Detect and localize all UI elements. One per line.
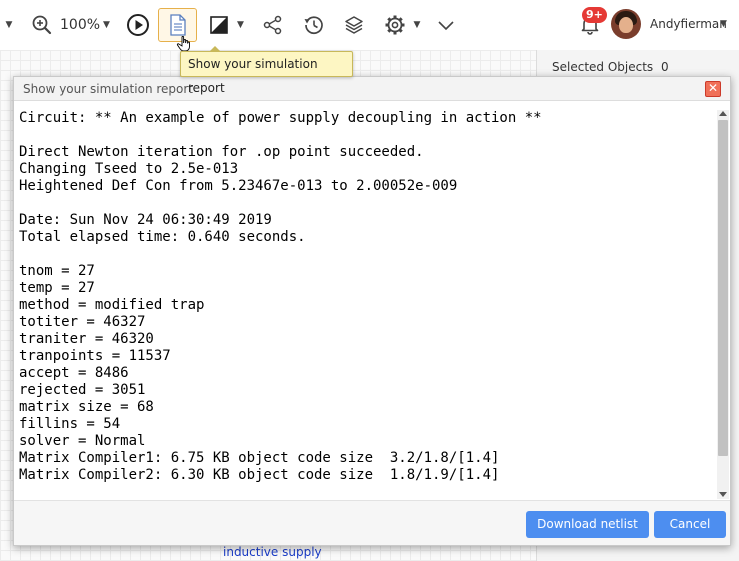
selected-objects-label: Selected Objects <box>552 60 654 74</box>
dialog-title: Show your simulation report <box>23 82 194 96</box>
avatar[interactable] <box>611 9 641 39</box>
caret-down-icon: ▼ <box>237 19 244 30</box>
report-line: temp = 27 <box>19 280 95 296</box>
close-button[interactable]: ✕ <box>705 81 721 97</box>
report-line: Direct Newton iteration for .op point su… <box>19 144 424 160</box>
caret-down-icon: ▼ <box>413 19 421 30</box>
report-line: Changing Tseed to 2.5e-013 <box>19 161 239 177</box>
share-button[interactable] <box>259 8 287 42</box>
scroll-down-arrow-icon[interactable] <box>719 492 727 497</box>
report-line: tranpoints = 11537 <box>19 348 171 364</box>
share-icon <box>263 15 282 35</box>
report-line: Total elapsed time: 0.640 seconds. <box>19 229 306 245</box>
notification-badge: 9+ <box>582 7 607 23</box>
report-line: solver = Normal <box>19 433 146 449</box>
report-line: tnom = 27 <box>19 263 95 279</box>
settings-button[interactable]: ▼ <box>381 8 423 42</box>
dialog-header[interactable]: Show your simulation report ✕ <box>14 77 730 101</box>
history-icon <box>304 16 323 35</box>
run-simulation-button[interactable] <box>124 8 152 42</box>
report-tooltip: Show your simulation report <box>180 46 353 95</box>
report-line: Matrix Compiler1: 6.75 KB object code si… <box>19 450 500 466</box>
contrast-toggle[interactable]: ▼ <box>206 8 248 42</box>
chevron-down-icon <box>438 21 454 31</box>
zoom-in-icon <box>32 15 52 35</box>
play-icon <box>127 14 149 36</box>
cancel-button[interactable]: Cancel <box>654 511 726 538</box>
hand-cursor-icon <box>176 36 190 52</box>
layers-icon <box>345 16 363 34</box>
report-line <box>19 127 715 144</box>
report-line: fillins = 54 <box>19 416 121 432</box>
toolbar: ▼ 100% ▼ ▼ ▼ 9+ Andyfierman ▼ <box>0 0 739 52</box>
zoom-in-button[interactable] <box>28 8 56 42</box>
close-icon: ✕ <box>707 81 719 95</box>
username-label: Andyfierman <box>650 17 727 31</box>
menu-dropdown[interactable]: ▼ <box>2 8 16 42</box>
report-line: Circuit: ** An example of power supply d… <box>19 110 542 126</box>
schematic-label-link[interactable]: inductive supply <box>223 545 322 559</box>
history-button[interactable] <box>300 8 328 42</box>
report-line <box>19 246 715 263</box>
report-icon <box>169 14 186 36</box>
download-netlist-button[interactable]: Download netlist <box>526 511 649 538</box>
report-line: rejected = 3051 <box>19 382 146 398</box>
report-scrollbar[interactable] <box>717 110 729 499</box>
caret-down-icon: ▼ <box>5 19 13 30</box>
simulation-report-dialog: Show your simulation report ✕ Circuit: *… <box>13 76 731 546</box>
report-line: accept = 8486 <box>19 365 129 381</box>
contrast-icon <box>210 16 228 34</box>
report-line: method = modified trap <box>19 297 205 313</box>
report-line: totiter = 46327 <box>19 314 146 330</box>
report-line: traniter = 46320 <box>19 331 154 347</box>
gear-icon <box>385 15 405 35</box>
zoom-level-select[interactable]: 100% ▼ <box>60 8 110 42</box>
report-line: Date: Sun Nov 24 06:30:49 2019 <box>19 212 272 228</box>
caret-down-icon: ▼ <box>720 19 727 29</box>
selected-objects-count: 0 <box>661 60 669 74</box>
scroll-up-arrow-icon[interactable] <box>719 111 727 116</box>
more-tools-button[interactable] <box>434 8 458 42</box>
layers-button[interactable] <box>340 8 368 42</box>
caret-down-icon: ▼ <box>103 19 110 30</box>
report-text-area[interactable]: Circuit: ** An example of power supply d… <box>19 110 715 495</box>
scrollbar-thumb[interactable] <box>718 120 728 456</box>
report-line <box>19 195 715 212</box>
report-line: matrix size = 68 <box>19 399 154 415</box>
report-line: Matrix Compiler2: 6.30 KB object code si… <box>19 467 500 483</box>
zoom-level-label: 100% <box>60 17 101 33</box>
report-line: Heightened Def Con from 5.23467e-013 to … <box>19 178 458 194</box>
dialog-footer: Download netlist Cancel <box>14 500 730 545</box>
